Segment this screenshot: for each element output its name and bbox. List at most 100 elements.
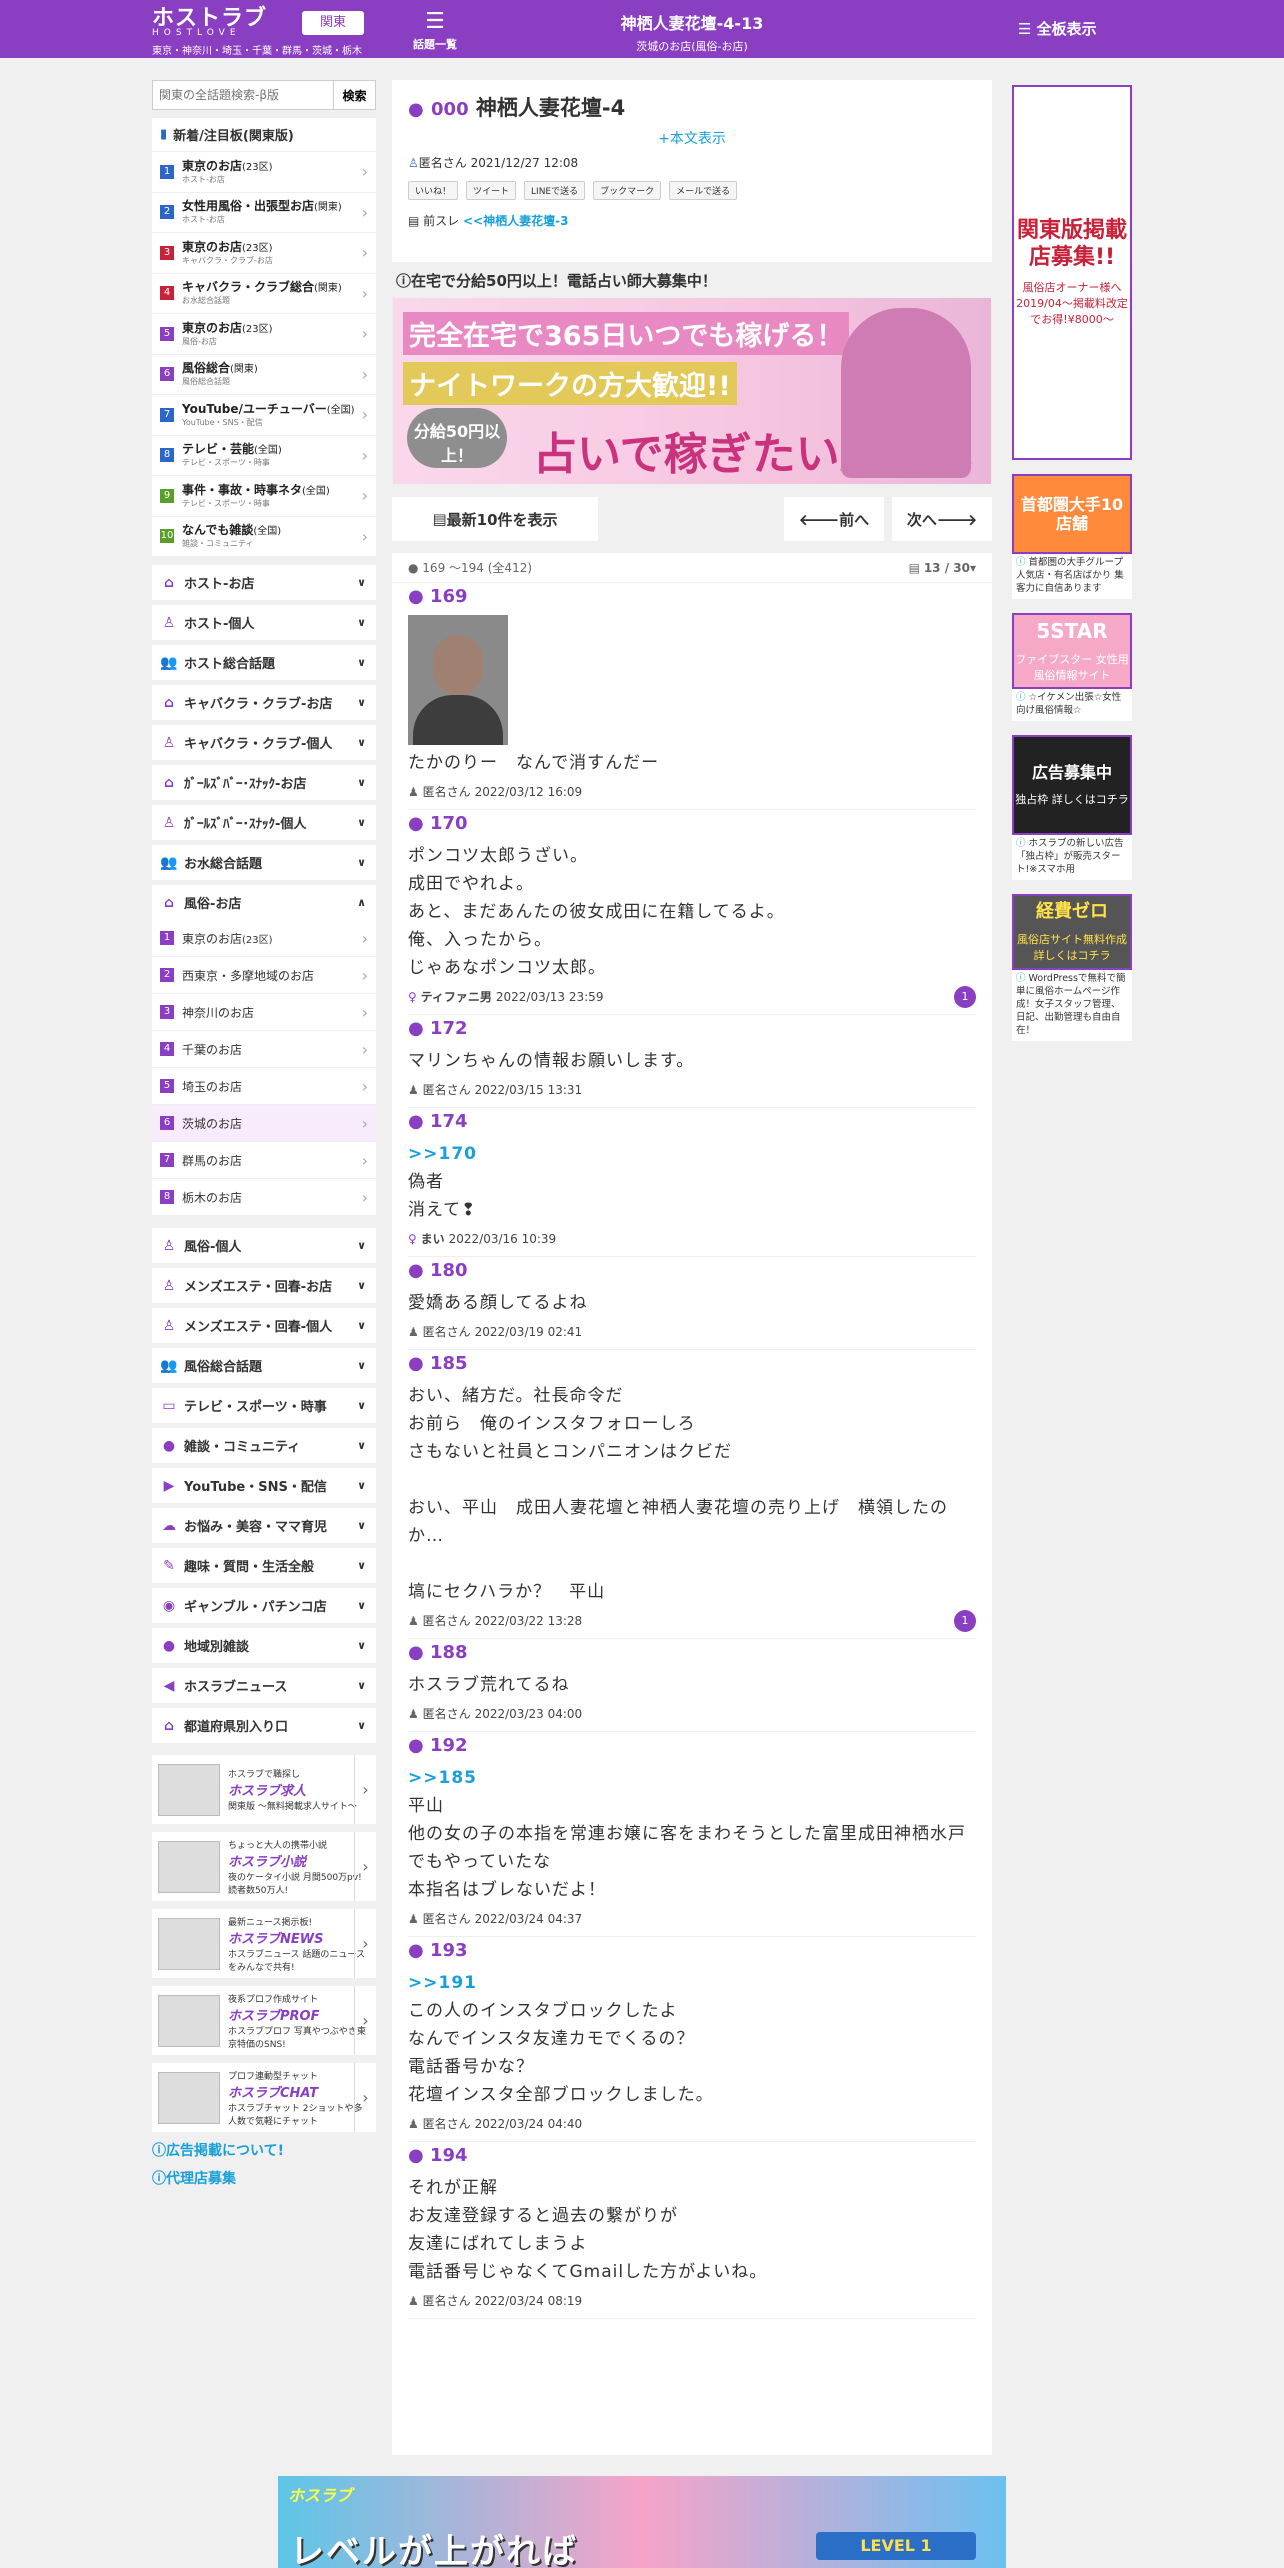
ranking-label: 東京のお店 bbox=[182, 320, 243, 335]
latest-button[interactable]: ▤ 最新10件を表示 bbox=[392, 497, 598, 541]
right-ad[interactable]: 経費ゼロ 風俗店サイト無料作成 詳しくはコチラ ⓘ WordPressで無料で簡単に… bbox=[1012, 894, 1132, 1041]
ranking-item[interactable]: 2 女性用風俗・出張型お店(関東) ホスト-お店 › bbox=[152, 193, 376, 233]
promo-item[interactable]: 最新ニュース掲示板! ホスラブNEWS ホスラブニュース 話題のニュースをみんなで共… bbox=[152, 1909, 376, 1978]
next-page-button[interactable]: 次へ 🡒 bbox=[892, 497, 992, 541]
category-item[interactable]: ☁ お悩み・美容・ママ育児 ∨ bbox=[152, 1508, 376, 1543]
bottom-banner[interactable]: ホスラブ レベルが上がれば LEVEL 1 bbox=[278, 2476, 1006, 2568]
topics-button[interactable]: ☰ 話題一覧 bbox=[410, 8, 460, 52]
page-select[interactable]: ▤ 13 / 30▾ bbox=[909, 561, 976, 575]
category-item[interactable]: ● 雑談・コミュニティ ∨ bbox=[152, 1428, 376, 1463]
ranking-item[interactable]: 9 事件・事故・時事ネタ(全国) テレビ・スポーツ・時事 › bbox=[152, 476, 376, 517]
post-number[interactable]: 180 bbox=[430, 1260, 468, 1281]
category-item[interactable]: ⌂ 風俗-お店 ∧ bbox=[152, 885, 376, 920]
post-avatar[interactable] bbox=[408, 615, 508, 745]
ranking-item[interactable]: 3 東京のお店(23区) キャバクラ・クラブ-お店 › bbox=[152, 233, 376, 274]
prev-thread-link[interactable]: <<神栖人妻花壇-3 bbox=[463, 214, 568, 228]
region-button[interactable]: 関東 bbox=[302, 11, 364, 35]
post-number-row: ● 180 bbox=[408, 1257, 976, 1285]
reply-count-badge[interactable]: 1 bbox=[954, 1610, 976, 1632]
fuzoku-sub-item[interactable]: 3 神奈川のお店 › bbox=[152, 994, 376, 1031]
show-body-link[interactable]: +本文表示 bbox=[408, 128, 976, 148]
post-number[interactable]: 193 bbox=[430, 1940, 468, 1961]
category-icon: ▶ bbox=[163, 1477, 175, 1494]
category-item[interactable]: ⌂ 都道府県別入り口 ∨ bbox=[152, 1708, 376, 1743]
post-number[interactable]: 170 bbox=[430, 813, 468, 834]
promo-desc: 関東版 〜無料掲載求人サイト〜 bbox=[228, 1802, 357, 1812]
right-ad[interactable]: 広告募集中 独占枠 詳しくはコチラ ⓘ ホスラブの新しい広告「独占枠」が販売スタート… bbox=[1012, 735, 1132, 880]
fuzoku-sub-item[interactable]: 1 東京のお店 (23区) › bbox=[152, 920, 376, 957]
full-board-button[interactable]: ☰ 全板表示 bbox=[1018, 18, 1097, 39]
promo-item[interactable]: プロフ連動型チャット ホスラブCHAT ホスラブチャット 2ショットや多人数で気軽に… bbox=[152, 2063, 376, 2132]
category-item[interactable]: ⌂ ホスト-お店 ∨ bbox=[152, 565, 376, 600]
ranking-item[interactable]: 7 YouTube/ユーチューバー(全国) YouTube・SNS・配信 › bbox=[152, 395, 376, 436]
ad-notice[interactable]: ⓘ在宅で分給50円以上！電話占い師大募集中！ bbox=[396, 270, 992, 291]
fuzoku-sub-item[interactable]: 7 群馬のお店 › bbox=[152, 1142, 376, 1179]
category-item[interactable]: ● 地域別雑談 ∨ bbox=[152, 1628, 376, 1663]
uranai-banner[interactable]: 完全在宅で365日いつでも稼げる！ ナイトワークの方大歓迎!! 分給50円以上！… bbox=[392, 297, 992, 485]
promo-item[interactable]: 夜系プロフ作成サイト ホスラブPROF ホスラブプロフ 写真やつぶやき東京特価のSN… bbox=[152, 1986, 376, 2055]
category-item[interactable]: ♙ メンズエステ・回春-個人 ∨ bbox=[152, 1308, 376, 1343]
post-number[interactable]: 188 bbox=[430, 1642, 468, 1663]
post-anchor[interactable]: >>185 bbox=[408, 1764, 976, 1792]
right-ad[interactable]: 関東版掲載店募集!! 風俗店オーナー様へ 2019/04〜掲載料改定でお得!¥80… bbox=[1012, 85, 1132, 460]
category-item[interactable]: ◀ ホスラブニュース ∨ bbox=[152, 1668, 376, 1703]
category-item[interactable]: ⌂ ｶﾞｰﾙｽﾞﾊﾞｰ･ｽﾅｯｸ-お店 ∨ bbox=[152, 765, 376, 800]
category-item[interactable]: ▭ テレビ・スポーツ・時事 ∨ bbox=[152, 1388, 376, 1423]
fuzoku-sub-item[interactable]: 8 栃木のお店 › bbox=[152, 1179, 376, 1216]
post-number[interactable]: 174 bbox=[430, 1111, 468, 1132]
category-item[interactable]: 👥 風俗総合話題 ∨ bbox=[152, 1348, 376, 1383]
ranking-item[interactable]: 6 風俗総合(関東) 風俗総合話題 › bbox=[152, 355, 376, 395]
category-item[interactable]: ♙ キャバクラ・クラブ-個人 ∨ bbox=[152, 725, 376, 760]
speech-icon: ● bbox=[408, 1018, 430, 1039]
category-item[interactable]: ◉ ギャンブル・パチンコ店 ∨ bbox=[152, 1588, 376, 1623]
ranking-item[interactable]: 10 なんでも雑談(全国) 雑談・コミュニティ › bbox=[152, 517, 376, 557]
user-icon: ♙ bbox=[408, 156, 419, 170]
post-number[interactable]: 169 bbox=[430, 586, 468, 607]
category-item[interactable]: ♙ 風俗-個人 ∨ bbox=[152, 1228, 376, 1263]
category-item[interactable]: ⌂ キャバクラ・クラブ-お店 ∨ bbox=[152, 685, 376, 720]
ranking-item[interactable]: 1 東京のお店(23区) ホスト-お店 › bbox=[152, 152, 376, 193]
post-meta: ♀ まい 2022/03/16 10:39 bbox=[408, 1228, 976, 1257]
category-item[interactable]: ♙ ホスト-個人 ∨ bbox=[152, 605, 376, 640]
fuzoku-sub-item[interactable]: 4 千葉のお店 › bbox=[152, 1031, 376, 1068]
post-number-row: ● 192 bbox=[408, 1732, 976, 1760]
search-input[interactable] bbox=[152, 80, 334, 110]
share-button[interactable]: LINEで送る bbox=[524, 181, 586, 200]
reply-count-badge[interactable]: 1 bbox=[954, 986, 976, 1008]
ranking-item[interactable]: 4 キャバクラ・クラブ総合(関東) お水総合話題 › bbox=[152, 274, 376, 314]
ranking-text: なんでも雑談(全国) 雑談・コミュニティ bbox=[182, 523, 281, 549]
share-button[interactable]: メールで送る bbox=[669, 181, 738, 200]
fuzoku-sub-item[interactable]: 6 茨城のお店 › bbox=[152, 1105, 376, 1142]
chevron-right-icon: › bbox=[361, 928, 368, 948]
category-item[interactable]: ✎ 趣味・質問・生活全般 ∨ bbox=[152, 1548, 376, 1583]
logo[interactable]: ホストラブ bbox=[152, 7, 267, 29]
share-button[interactable]: いいね！ bbox=[408, 181, 459, 200]
speech-icon: ● bbox=[408, 2145, 430, 2166]
post-anchor[interactable]: >>191 bbox=[408, 1969, 976, 1997]
post-number[interactable]: 192 bbox=[430, 1735, 468, 1756]
fuzoku-sub-item[interactable]: 2 西東京・多摩地域のお店 › bbox=[152, 957, 376, 994]
promo-item[interactable]: ホスラブで職探し ホスラブ求人 関東版 〜無料掲載求人サイト〜 › bbox=[152, 1755, 376, 1824]
promo-item[interactable]: ちょっと大人の携帯小説 ホスラブ小説 夜のケータイ小説 月間500万pv! 読者数5… bbox=[152, 1832, 376, 1901]
info-link[interactable]: ⓘ広告掲載について! bbox=[152, 2140, 376, 2160]
category-item[interactable]: ▶ YouTube・SNS・配信 ∨ bbox=[152, 1468, 376, 1503]
category-item[interactable]: 👥 ホスト総合話題 ∨ bbox=[152, 645, 376, 680]
share-button[interactable]: ツイート bbox=[466, 181, 517, 200]
post-anchor[interactable]: >>170 bbox=[408, 1140, 976, 1168]
share-button[interactable]: ブックマーク bbox=[593, 181, 662, 200]
fuzoku-sub-item[interactable]: 5 埼玉のお店 › bbox=[152, 1068, 376, 1105]
category-item[interactable]: ♙ ｶﾞｰﾙｽﾞﾊﾞｰ･ｽﾅｯｸ-個人 ∨ bbox=[152, 805, 376, 840]
prev-page-button[interactable]: 🡐 前へ bbox=[784, 497, 884, 541]
right-ad[interactable]: 首都圏大手10店舗 ⓘ 首都圏の大手グループ 人気店・有名店ばかり 集客力に自信あ… bbox=[1012, 474, 1132, 599]
ranking-item[interactable]: 5 東京のお店(23区) 風俗-お店 › bbox=[152, 314, 376, 355]
category-item[interactable]: ♙ メンズエステ・回春-お店 ∨ bbox=[152, 1268, 376, 1303]
category-icon: ☁ bbox=[162, 1517, 176, 1534]
info-link[interactable]: ⓘ代理店募集 bbox=[152, 2168, 376, 2188]
search-button[interactable]: 検索 bbox=[334, 80, 376, 110]
post-number[interactable]: 194 bbox=[430, 2145, 468, 2166]
category-item[interactable]: 👥 お水総合話題 ∨ bbox=[152, 845, 376, 880]
post-number[interactable]: 185 bbox=[430, 1353, 468, 1374]
ranking-item[interactable]: 8 テレビ・芸能(全国) テレビ・スポーツ・時事 › bbox=[152, 436, 376, 476]
post-number[interactable]: 172 bbox=[430, 1018, 468, 1039]
right-ad[interactable]: 5STAR ファイブスター 女性用風俗情報サイト ⓘ ☆イケメン出張☆女性向け風俗情… bbox=[1012, 613, 1132, 721]
